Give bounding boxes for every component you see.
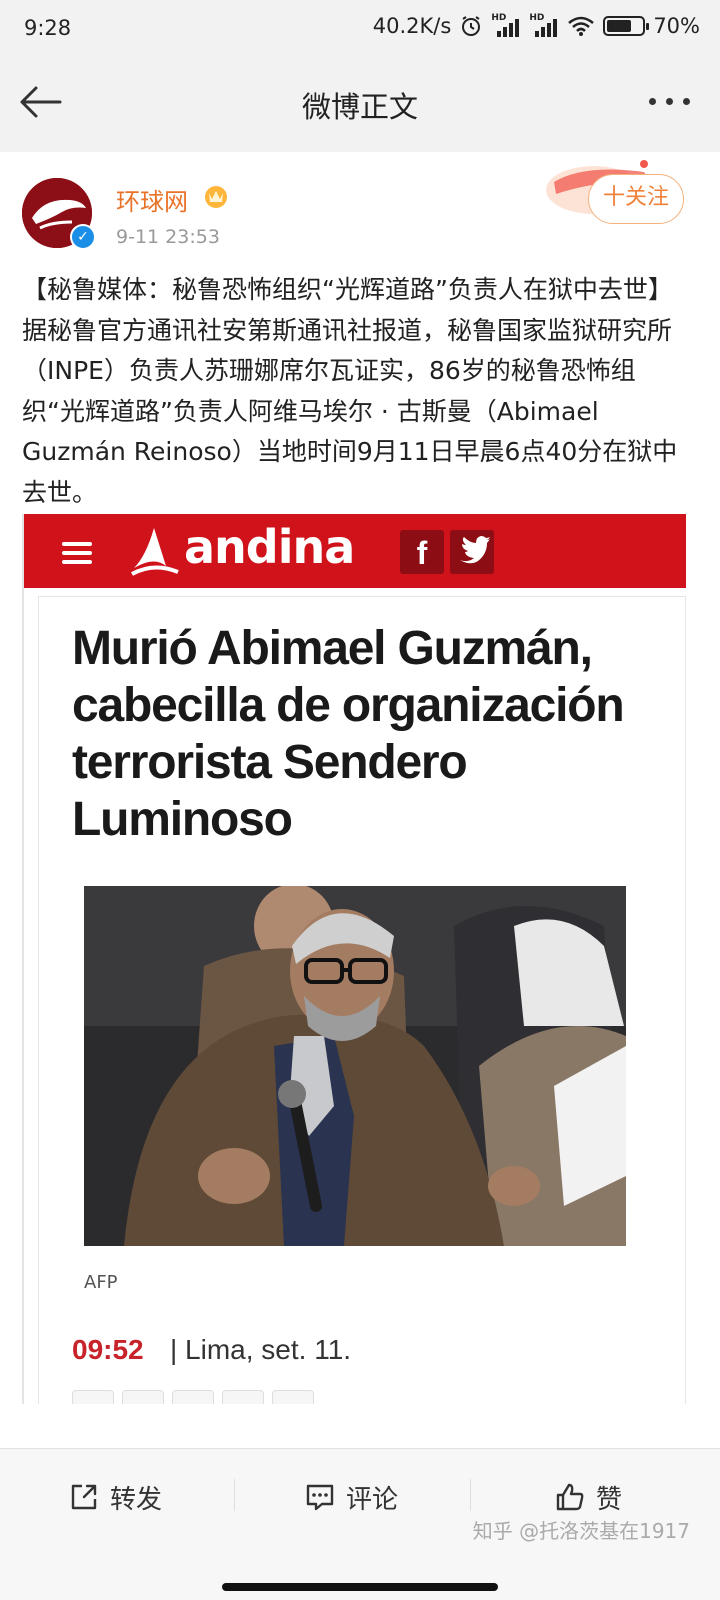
post-time: 9-11 23:53 [116,226,220,248]
comment-button[interactable]: 评论 [304,1475,398,1519]
comment-label: 评论 [346,1484,399,1515]
hamburger-menu-icon [62,542,92,564]
post-card: ✓ 环球网 9-11 23:53 十关注 【秘鲁媒体：秘鲁恐怖组织“光辉道路”负… [0,152,720,1448]
twitter-icon [450,530,494,574]
verified-badge-icon: ✓ [70,224,96,250]
status-bar: 9:28 40.2K/s HD HD 70% [0,0,720,62]
battery-percent: 70% [653,14,700,38]
repost-label: 转发 [110,1484,163,1515]
bottom-action-bar: 转发 评论 赞 知乎 @托洛茨基在1917 [0,1448,720,1600]
article-photo [84,886,626,1246]
thumbs-up-icon [556,1483,584,1511]
article-dateline: | Lima, set. 11. [170,1334,352,1365]
share-button[interactable] [272,1390,314,1404]
article-time: 09:52 [72,1334,144,1365]
like-button[interactable]: 赞 [554,1475,622,1519]
watermark: 知乎 @托洛茨基在1917 [472,1519,690,1543]
andina-wordmark: andina [184,520,355,574]
home-indicator[interactable] [222,1583,498,1591]
andina-logo-icon [131,528,179,576]
action-divider [234,1479,235,1511]
wifi-icon [568,16,595,36]
article-headline: Murió Abimael Guzmán, cabecilla de organ… [72,622,625,846]
signal-icon: HD [491,13,521,37]
nav-header: 微博正文 [0,62,720,142]
more-options-icon[interactable] [649,98,690,105]
andina-header-bar: andina f [24,514,686,588]
page-title: 微博正文 [301,90,418,124]
follow-button[interactable]: 十关注 [588,174,684,224]
share-button[interactable] [222,1390,264,1404]
action-divider [470,1479,471,1511]
share-button[interactable] [172,1390,214,1404]
like-label: 赞 [596,1484,623,1515]
battery-icon [603,16,650,36]
author-name[interactable]: 环球网 [116,182,188,217]
embedded-article-image[interactable]: andina f Murió Abimael Guzmán, cabecilla… [22,514,686,1404]
repost-icon [71,1484,97,1510]
net-speed: 40.2K/s [372,14,452,38]
share-button[interactable] [122,1390,164,1404]
alarm-icon [462,16,481,36]
status-time: 9:28 [24,16,72,40]
share-button[interactable] [72,1390,114,1404]
comment-icon [306,1484,334,1511]
repost-button[interactable]: 转发 [68,1475,162,1519]
post-text: 【秘鲁媒体：秘鲁恐怖组织“光辉道路”负责人在狱中去世】据秘鲁官方通讯社安第斯通讯… [22,275,678,507]
facebook-icon: f [400,530,444,574]
status-indicators: 40.2K/s HD HD 70% [372,13,700,38]
photo-credit: AFP [84,1272,118,1293]
signal-icon: HD [529,13,559,37]
crown-badge-icon [205,186,227,208]
